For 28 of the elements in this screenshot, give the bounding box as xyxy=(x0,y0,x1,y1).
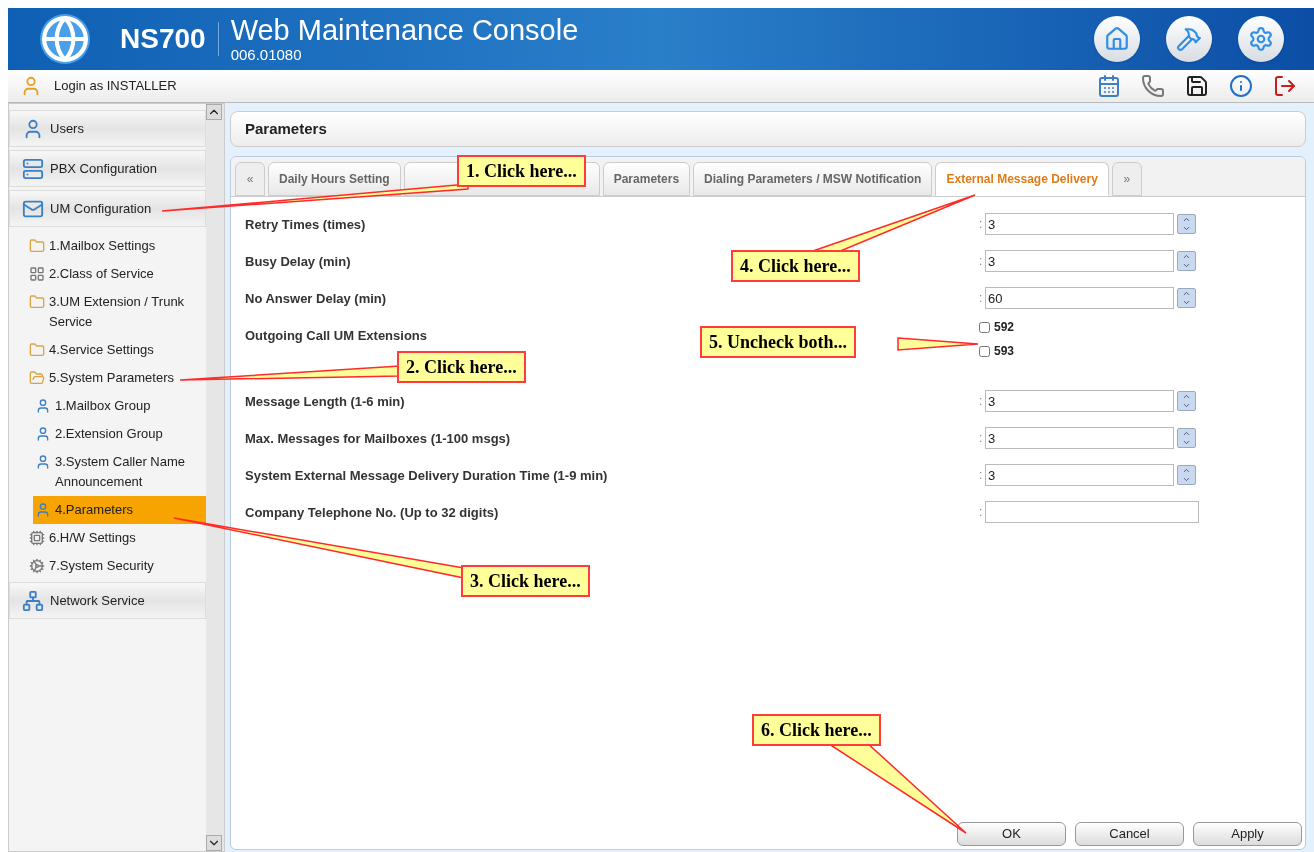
colon: : xyxy=(979,216,984,233)
colon: : xyxy=(979,290,984,307)
field-label: Message Length (1-6 min) xyxy=(245,393,405,411)
colon: : xyxy=(979,393,984,410)
login-text: Login as INSTALLER xyxy=(54,77,177,96)
callout-label: 1. Click here... xyxy=(457,155,586,187)
console-title: Web Maintenance Console xyxy=(230,16,579,45)
colon: : xyxy=(979,504,984,521)
version-text: 006.01080 xyxy=(230,47,303,62)
field-label: Retry Times (times) xyxy=(245,216,366,234)
field-label: Outgoing Call UM Extensions xyxy=(245,327,427,345)
field-label: System External Message Delivery Duration Time (1-9 min) xyxy=(245,467,608,485)
callout-label: 6. Click here... xyxy=(752,714,881,746)
field-label: No Answer Delay (min) xyxy=(245,290,387,308)
callout-label: 3. Click here... xyxy=(461,565,590,597)
field-label: Max. Messages for Mailboxes (1-100 msgs) xyxy=(245,430,511,448)
product-name: NS700 xyxy=(120,22,206,56)
callout-label: 4. Click here... xyxy=(731,250,860,282)
panel-title-bar: Parameters xyxy=(230,111,1306,147)
colon: : xyxy=(979,430,984,447)
callout-label: 5. Uncheck both... xyxy=(700,326,856,358)
checkbox-label: 593 xyxy=(994,343,1015,360)
colon: : xyxy=(979,253,984,270)
checkbox-label: 592 xyxy=(994,319,1015,336)
callout-label: 2. Click here... xyxy=(397,351,526,383)
field-label: Busy Delay (min) xyxy=(245,253,351,271)
colon: : xyxy=(979,467,984,484)
field-label: Company Telephone No. (Up to 32 digits) xyxy=(245,504,499,522)
